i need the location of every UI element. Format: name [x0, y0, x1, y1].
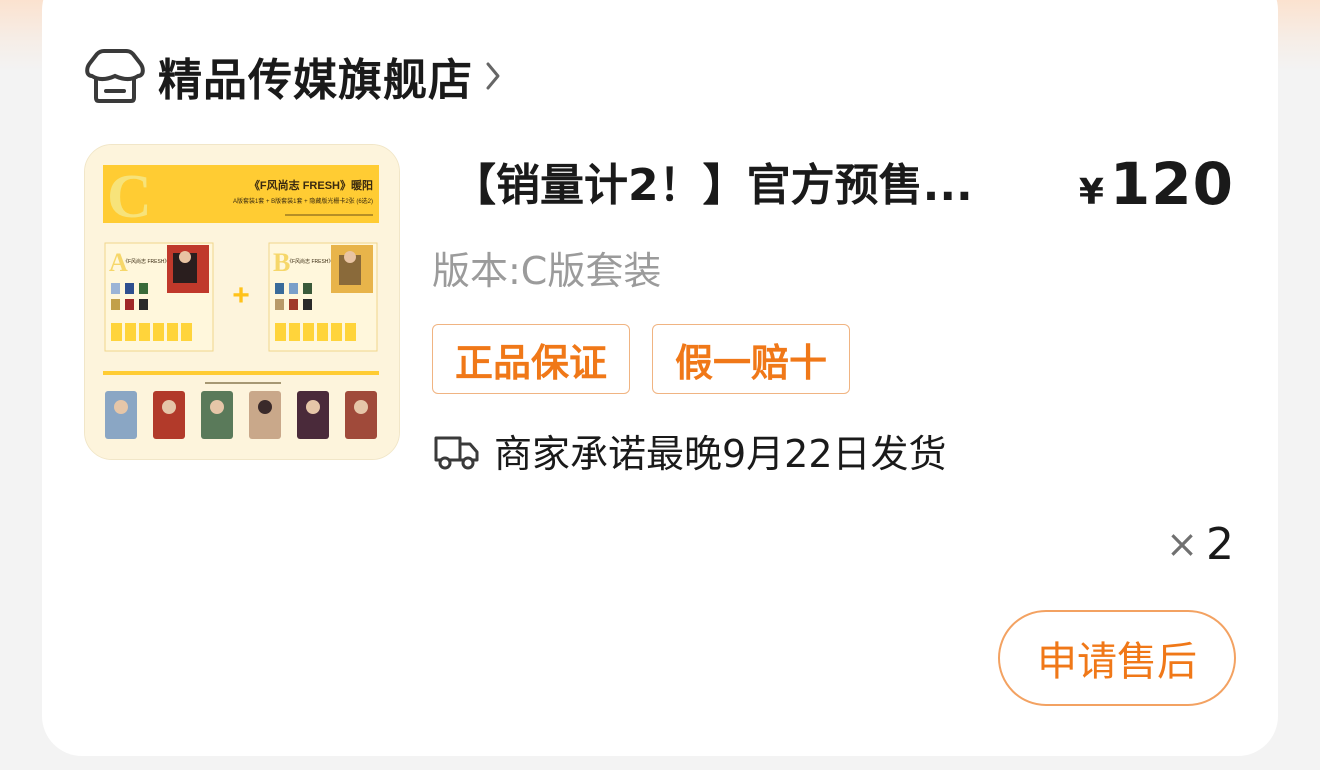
truck-icon	[434, 436, 479, 470]
quantity: × 2	[1166, 516, 1234, 572]
price-amount: 120	[1109, 150, 1234, 218]
tag-fake-compensation: 假一赔十	[652, 324, 851, 394]
product-price: ¥ 120	[1079, 150, 1234, 220]
image-plus: +	[232, 279, 250, 312]
chevron-right-icon	[486, 62, 500, 90]
product-title[interactable]: 【销量计2！】官方预售...	[452, 154, 1012, 218]
shipping-text: 商家承诺最晚9月22日发货	[494, 431, 947, 476]
product-variant: 版本:C版套装	[432, 249, 662, 293]
image-letter-c: C	[107, 163, 152, 231]
shop-name: 精品传媒旗舰店	[158, 55, 473, 106]
image-heading: 《F风尚志 FRESH》暖阳	[249, 178, 373, 192]
quantity-symbol: ×	[1166, 522, 1198, 566]
image-subheading: A版套装1套 + B版套装1套 + 隐藏版光栅卡2张 (6选2)	[233, 197, 373, 205]
tag-authentic: 正品保证	[432, 324, 631, 394]
currency-symbol: ¥	[1078, 172, 1104, 213]
shop-icon	[85, 49, 145, 103]
shop-header[interactable]: 精品传媒旗舰店	[84, 46, 503, 106]
quantity-value: 2	[1206, 518, 1234, 570]
guarantee-tags: 正品保证 假一赔十	[432, 324, 851, 394]
product-image[interactable]: C 《F风尚志 FRESH》暖阳 A版套装1套 + B版套装1套 + 隐藏版光栅…	[84, 144, 400, 460]
shipping-promise: 商家承诺最晚9月22日发货	[432, 422, 947, 478]
after-sale-button[interactable]: 申请售后	[998, 610, 1236, 706]
